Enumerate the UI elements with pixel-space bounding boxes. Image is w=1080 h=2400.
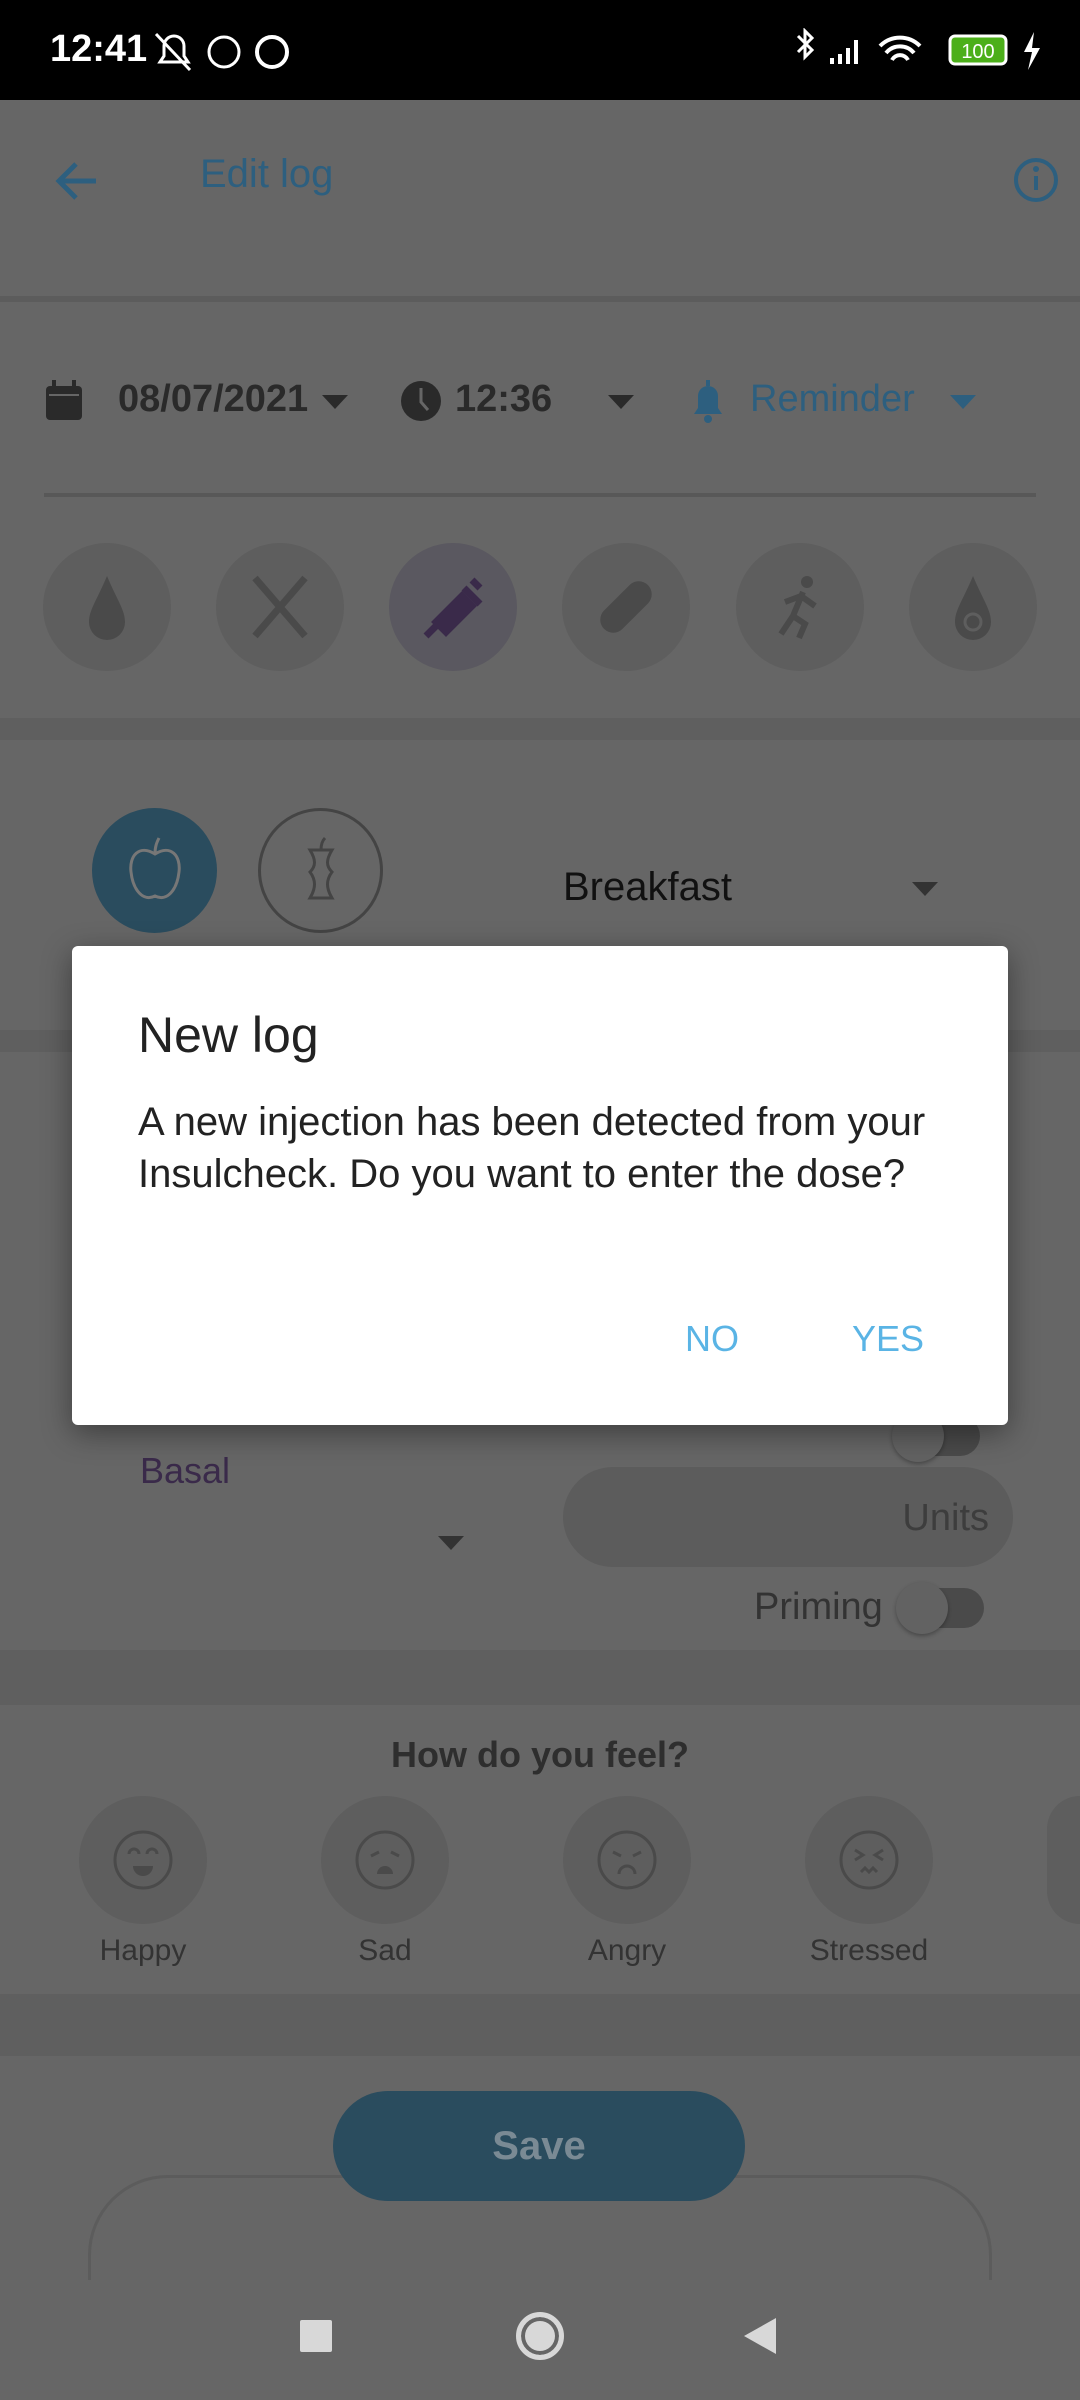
chevron-down-icon[interactable] xyxy=(608,395,634,409)
save-label: Save xyxy=(492,2123,586,2168)
mood-angry[interactable] xyxy=(563,1796,691,1924)
category-food[interactable] xyxy=(216,543,344,671)
insulin-type-dropdown[interactable]: Basal xyxy=(140,1450,230,1492)
mood-title: How do you feel? xyxy=(390,1734,689,1775)
home-icon[interactable] xyxy=(516,2312,564,2360)
category-exercise[interactable] xyxy=(736,543,864,671)
section-divider xyxy=(0,1650,1080,1705)
reminder-dropdown[interactable]: Reminder xyxy=(750,378,915,421)
recents-icon[interactable] xyxy=(300,2320,332,2352)
mood-happy[interactable] xyxy=(79,1796,207,1924)
category-insulin[interactable] xyxy=(389,543,517,671)
back-icon[interactable] xyxy=(742,2316,778,2356)
time-picker[interactable]: 12:36 xyxy=(455,378,552,421)
angry-face-icon xyxy=(597,1830,657,1890)
pill-icon xyxy=(600,581,652,633)
mood-more[interactable] xyxy=(1047,1796,1080,1924)
notification-icons xyxy=(154,32,289,72)
bell-icon xyxy=(694,380,722,423)
mood-label: Stressed xyxy=(809,1934,929,1967)
running-icon xyxy=(778,576,817,640)
mood-stressed[interactable] xyxy=(805,1796,933,1924)
new-log-dialog: New log A new injection has been detecte… xyxy=(72,946,1008,1425)
category-hba1c[interactable] xyxy=(909,543,1037,671)
save-button[interactable]: Save xyxy=(333,2091,745,2201)
status-bar: 12:41 100 xyxy=(0,0,1080,100)
navigation-bar xyxy=(0,2280,1080,2400)
chevron-down-icon[interactable] xyxy=(322,395,348,409)
category-medication[interactable] xyxy=(562,543,690,671)
mood-label: Sad xyxy=(358,1934,412,1967)
stressed-face-icon xyxy=(839,1830,899,1890)
row-underline xyxy=(44,493,1036,497)
happy-face-icon xyxy=(113,1830,173,1890)
priming-toggle[interactable] xyxy=(896,1582,984,1634)
mood-label: Angry xyxy=(587,1934,667,1967)
category-glucose[interactable] xyxy=(43,543,171,671)
priming-label: Priming xyxy=(754,1586,883,1628)
chevron-down-icon[interactable] xyxy=(950,395,976,409)
yes-button[interactable]: YES xyxy=(852,1318,924,1360)
section-divider xyxy=(0,718,1080,740)
chevron-down-icon[interactable] xyxy=(438,1536,464,1550)
no-button[interactable]: NO xyxy=(685,1318,739,1360)
blood-drop-icon xyxy=(89,576,125,640)
status-time: 12:41 xyxy=(50,28,148,70)
arrow-left-icon[interactable] xyxy=(52,156,102,206)
after-meal-button[interactable] xyxy=(258,808,383,933)
apple-core-icon xyxy=(306,836,335,899)
date-picker[interactable]: 08/07/2021 xyxy=(118,378,308,421)
chevron-down-icon[interactable] xyxy=(912,882,938,896)
clock-icon xyxy=(401,381,441,421)
units-input[interactable]: Units xyxy=(563,1467,1013,1567)
info-icon[interactable] xyxy=(1012,156,1060,204)
syringe-icon xyxy=(423,577,483,639)
page-title: Edit log xyxy=(200,152,334,196)
dialog-title: New log xyxy=(138,1007,319,1063)
battery-level: 100 xyxy=(961,41,994,63)
before-meal-button[interactable] xyxy=(92,808,217,933)
calendar-icon xyxy=(46,380,82,420)
dialog-message: A new injection has been detected from y… xyxy=(138,1100,926,1196)
apple-icon xyxy=(128,836,181,899)
units-placeholder: Units xyxy=(902,1497,989,1539)
mood-sad[interactable] xyxy=(321,1796,449,1924)
section-divider xyxy=(0,1994,1080,2056)
target-drop-icon xyxy=(955,576,991,640)
mood-label: Happy xyxy=(99,1934,187,1967)
sad-face-icon xyxy=(355,1830,415,1890)
meal-dropdown[interactable]: Breakfast xyxy=(563,865,732,910)
header-divider xyxy=(0,296,1080,302)
fork-knife-icon xyxy=(252,575,308,639)
system-icons: 100 xyxy=(796,28,1040,70)
